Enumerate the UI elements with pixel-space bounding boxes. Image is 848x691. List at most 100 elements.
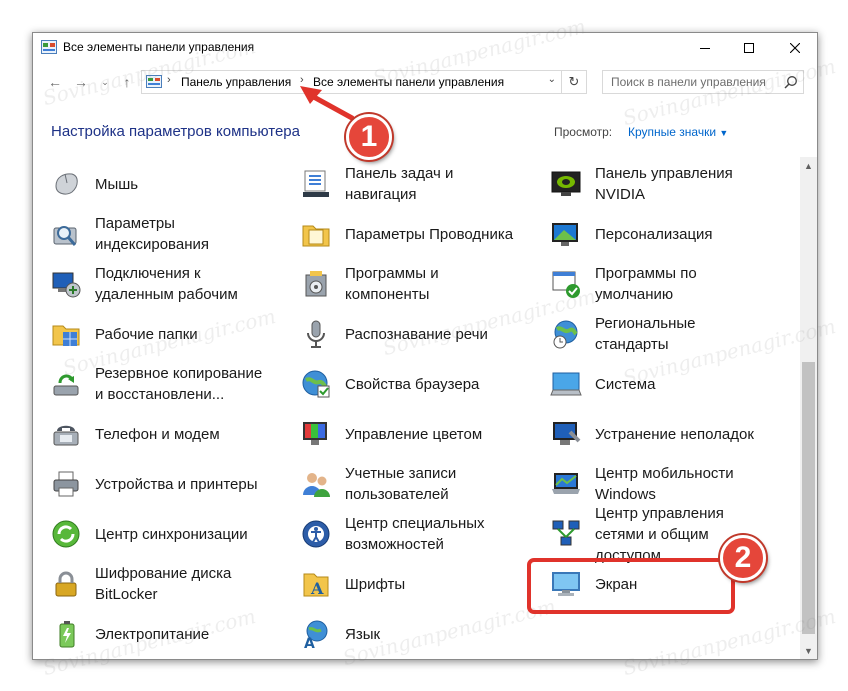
svg-text:A: A	[310, 579, 324, 598]
maximize-button[interactable]	[727, 33, 771, 63]
item-programs-features[interactable]: Программы и компоненты	[283, 262, 523, 306]
item-mobility-center[interactable]: Центр мобильности Windows	[533, 462, 773, 506]
item-fonts[interactable]: A Шрифты	[283, 562, 523, 606]
item-user-accounts[interactable]: Учетные записи пользователей	[283, 462, 523, 506]
item-label: Шифрование диска BitLocker	[95, 565, 232, 603]
item-label: Параметры индексирования	[95, 215, 209, 253]
address-bar[interactable]: › Панель управления › Все элементы панел…	[141, 70, 587, 94]
item-work-folders[interactable]: Рабочие папки	[33, 312, 273, 356]
item-label: Региональные стандарты	[595, 315, 696, 353]
caret-down-icon: ▼	[719, 128, 729, 138]
maximize-icon	[744, 43, 754, 53]
item-system[interactable]: Система	[533, 362, 773, 406]
search-box[interactable]: Поиск в панели управления	[602, 70, 804, 94]
step-marker-1: 1	[346, 114, 392, 160]
item-label: Центр синхронизации	[95, 525, 248, 543]
microphone-icon	[299, 317, 333, 351]
item-label: Система	[595, 375, 656, 393]
bitlocker-icon	[49, 567, 83, 601]
forward-arrow-icon: →	[74, 74, 88, 90]
region-icon	[549, 317, 583, 351]
item-region[interactable]: Региональные стандарты	[533, 312, 773, 356]
view-mode-value: Крупные значки	[628, 125, 717, 139]
item-sync-center[interactable]: Центр синхронизации	[33, 512, 273, 556]
view-mode-dropdown[interactable]: Крупные значки ▼	[628, 125, 728, 139]
mobility-icon	[549, 467, 583, 501]
back-button[interactable]: ←	[45, 72, 65, 92]
item-personalization[interactable]: Персонализация	[533, 212, 773, 256]
item-label: Программы и компоненты	[345, 265, 439, 303]
chevron-down-icon[interactable]: ⌄	[548, 74, 556, 85]
scroll-down-button[interactable]: ▼	[800, 642, 817, 659]
indexing-icon	[49, 217, 83, 251]
work-folders-icon	[49, 317, 83, 351]
item-backup-restore[interactable]: Резервное копирование и восстановлени...	[33, 362, 273, 406]
navigation-bar: ← → ⌄ ↑ › Панель управления › Все элемен…	[33, 69, 817, 95]
minimize-button[interactable]	[683, 33, 727, 63]
item-label: Телефон и модем	[95, 425, 220, 443]
item-label: Рабочие папки	[95, 325, 198, 343]
item-label: Программы по умолчанию	[595, 265, 697, 303]
item-speech-recognition[interactable]: Распознавание речи	[283, 312, 523, 356]
item-internet-options[interactable]: Свойства браузера	[283, 362, 523, 406]
forward-button[interactable]: →	[71, 72, 91, 92]
item-remote-desktop[interactable]: Подключения к удаленным рабочим	[33, 262, 273, 306]
item-label: Распознавание речи	[345, 325, 488, 343]
scrollbar-thumb[interactable]	[802, 362, 815, 634]
breadcrumb-all-items[interactable]: Все элементы панели управления	[313, 75, 504, 89]
refresh-icon: ↻	[568, 74, 580, 89]
up-arrow-icon: ↑	[123, 74, 131, 90]
recent-locations-button[interactable]: ⌄	[95, 72, 115, 92]
item-label: Параметры Проводника	[345, 225, 514, 243]
page-title: Настройка параметров компьютера	[51, 123, 300, 140]
chevron-right-icon: ›	[300, 74, 304, 86]
phone-modem-icon	[49, 417, 83, 451]
item-color-management[interactable]: Управление цветом	[283, 412, 523, 456]
fonts-icon: A	[299, 567, 333, 601]
item-nvidia-control-panel[interactable]: Панель управления NVIDIA	[533, 162, 773, 206]
refresh-button[interactable]: ↻	[561, 71, 586, 93]
personalization-icon	[549, 217, 583, 251]
item-label: Устройства и принтеры	[95, 475, 258, 493]
item-label: Резервное копирование и восстановлени...	[95, 365, 263, 403]
scroll-up-button[interactable]: ▲	[800, 157, 817, 174]
search-placeholder: Поиск в панели управления	[611, 75, 766, 89]
default-programs-icon	[549, 267, 583, 301]
up-button[interactable]: ↑	[117, 72, 137, 92]
internet-options-icon	[299, 367, 333, 401]
view-label: Просмотр:	[554, 125, 613, 139]
item-devices-printers[interactable]: Устройства и принтеры	[33, 462, 273, 506]
item-label: Свойства браузера	[345, 375, 480, 393]
item-label: Шрифты	[345, 575, 406, 593]
backup-icon	[49, 367, 83, 401]
item-language[interactable]: A Язык	[283, 612, 523, 656]
item-troubleshooting[interactable]: Устранение неполадок	[533, 412, 773, 456]
item-label: Мышь	[95, 175, 139, 193]
item-mouse[interactable]: Мышь	[33, 162, 273, 206]
item-bitlocker[interactable]: Шифрование диска BitLocker	[33, 562, 273, 606]
item-label: Панель задач и навигация	[345, 165, 454, 203]
language-icon: A	[299, 617, 333, 651]
chevron-right-icon: ›	[167, 74, 171, 86]
item-ease-of-access[interactable]: Центр специальных возможностей	[283, 512, 523, 556]
item-label: Центр специальных возможностей	[345, 515, 485, 553]
item-power-options[interactable]: Электропитание	[33, 612, 273, 656]
chevron-down-icon: ⌄	[101, 76, 109, 87]
vertical-scrollbar[interactable]: ▲ ▼	[800, 157, 817, 659]
close-icon	[790, 43, 800, 53]
close-button[interactable]	[773, 33, 817, 63]
item-label: Управление цветом	[345, 425, 483, 443]
nvidia-icon	[549, 167, 583, 201]
item-taskbar-navigation[interactable]: Панель задач и навигация	[283, 162, 523, 206]
control-panel-icon	[146, 75, 162, 88]
item-explorer-options[interactable]: Параметры Проводника	[283, 212, 523, 256]
item-label: Электропитание	[95, 625, 210, 643]
item-phone-modem[interactable]: Телефон и модем	[33, 412, 273, 456]
item-default-programs[interactable]: Программы по умолчанию	[533, 262, 773, 306]
control-panel-icon	[41, 40, 57, 54]
programs-icon	[299, 267, 333, 301]
item-indexing-options[interactable]: Параметры индексирования	[33, 212, 273, 256]
sync-icon	[49, 517, 83, 551]
breadcrumb-control-panel[interactable]: Панель управления	[181, 75, 291, 89]
user-accounts-icon	[299, 467, 333, 501]
